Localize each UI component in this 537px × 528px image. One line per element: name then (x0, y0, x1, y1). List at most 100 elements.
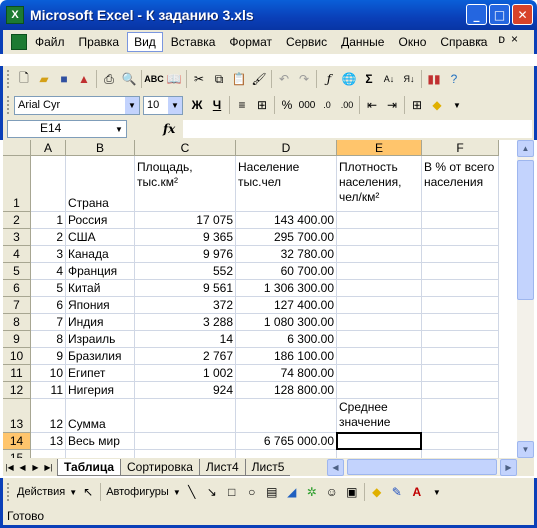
table-cell[interactable]: 924 (135, 382, 236, 399)
table-cell[interactable]: 9 976 (135, 246, 236, 263)
font-color-icon[interactable]: A (407, 482, 427, 502)
wordart-icon[interactable]: ◢ (282, 482, 302, 502)
column-header[interactable]: B (66, 140, 135, 156)
previous-sheet-icon[interactable]: ◀ (16, 463, 29, 472)
horizontal-scroll-thumb[interactable] (347, 459, 497, 475)
sheet-tab-0[interactable]: Таблица (57, 458, 121, 476)
table-cell[interactable]: 2 767 (135, 348, 236, 365)
chevron-down-icon[interactable]: ▼ (112, 121, 126, 137)
table-cell[interactable]: 5 (31, 280, 66, 297)
table-cell[interactable]: Франция (66, 263, 135, 280)
row-header[interactable]: 2 (3, 212, 31, 229)
table-cell[interactable]: 128 800.00 (236, 382, 337, 399)
row-header[interactable]: 10 (3, 348, 31, 365)
chart-wizard-icon[interactable]: ▮▮ (424, 69, 444, 89)
scroll-up-icon[interactable]: ▲ (517, 140, 534, 157)
sheet-tab-2[interactable]: Лист4 (198, 458, 245, 476)
horizontal-scrollbar[interactable]: ◀ ▶ (327, 459, 517, 476)
actions-menu[interactable]: Действия (14, 486, 68, 498)
percent-style-button[interactable]: % (277, 95, 297, 115)
table-cell[interactable] (337, 450, 422, 458)
hyperlink-icon[interactable]: 🌐 (339, 69, 359, 89)
diagram-icon[interactable]: ✲ (302, 482, 322, 502)
first-sheet-icon[interactable]: |◀ (3, 463, 16, 472)
sort-descending-icon[interactable]: Я↓ (399, 69, 419, 89)
borders-icon[interactable]: ⊞ (407, 95, 427, 115)
table-cell[interactable]: 1 080 300.00 (236, 314, 337, 331)
table-cell[interactable]: 14 (135, 331, 236, 348)
column-header[interactable]: A (31, 140, 66, 156)
vertical-scrollbar[interactable]: ▲ ▼ (517, 140, 534, 458)
table-cell[interactable]: 295 700.00 (236, 229, 337, 246)
cut-icon[interactable]: ✂ (189, 69, 209, 89)
text-box-icon[interactable]: ▤ (262, 482, 282, 502)
redo-icon[interactable]: ↷ (294, 69, 314, 89)
table-cell[interactable]: 74 800.00 (236, 365, 337, 382)
scroll-down-icon[interactable]: ▼ (517, 441, 534, 458)
table-cell[interactable] (337, 365, 422, 382)
column-header[interactable]: E (337, 140, 422, 156)
table-cell[interactable]: 17 075 (135, 212, 236, 229)
table-cell[interactable] (135, 450, 236, 458)
table-cell[interactable]: 8 (31, 331, 66, 348)
row-header[interactable]: 5 (3, 263, 31, 280)
table-cell[interactable] (337, 246, 422, 263)
table-cell[interactable]: США (66, 229, 135, 246)
merge-center-icon[interactable]: ⊞ (252, 95, 272, 115)
table-cell[interactable]: 9 365 (135, 229, 236, 246)
fill-color-icon[interactable]: ◆ (367, 482, 387, 502)
table-cell[interactable]: Египет (66, 365, 135, 382)
column-header[interactable]: D (236, 140, 337, 156)
table-cell[interactable]: 6 (31, 297, 66, 314)
menu-item-0[interactable]: Файл (29, 33, 71, 51)
table-cell[interactable]: Индия (66, 314, 135, 331)
line-color-icon[interactable]: ✎ (387, 482, 407, 502)
table-cell[interactable] (236, 399, 337, 433)
autosum-icon[interactable]: Σ (359, 69, 379, 89)
autoshapes-menu[interactable]: Автофигуры (103, 486, 172, 498)
decrease-decimal-icon[interactable]: .00 (337, 95, 357, 115)
table-cell[interactable] (337, 297, 422, 314)
select-objects-icon[interactable]: ↖ (78, 482, 98, 502)
menu-item-6[interactable]: Данные (335, 33, 390, 51)
table-cell[interactable] (422, 246, 499, 263)
table-cell[interactable]: 186 100.00 (236, 348, 337, 365)
font-size-select[interactable]: 10 ▼ (143, 95, 183, 115)
open-folder-icon[interactable]: ▰ (34, 69, 54, 89)
table-cell[interactable] (31, 450, 66, 458)
scroll-right-icon[interactable]: ▶ (500, 459, 517, 476)
table-cell[interactable] (422, 399, 499, 433)
table-cell[interactable]: 11 (31, 382, 66, 399)
chevron-down-icon[interactable]: ▼ (427, 482, 447, 502)
help-icon[interactable]: ? (444, 69, 464, 89)
table-cell[interactable] (422, 365, 499, 382)
sheet-tab-1[interactable]: Сортировка (120, 458, 199, 476)
table-cell[interactable]: Россия (66, 212, 135, 229)
table-cell[interactable]: Израиль (66, 331, 135, 348)
table-cell[interactable] (422, 382, 499, 399)
toolbar-grip[interactable] (7, 483, 10, 501)
table-cell[interactable]: 9 561 (135, 280, 236, 297)
maximize-button[interactable]: □ (489, 4, 510, 25)
table-cell[interactable]: 3 (31, 246, 66, 263)
insert-picture-icon[interactable]: ▣ (342, 482, 362, 502)
undo-icon[interactable]: ↶ (274, 69, 294, 89)
row-header[interactable]: 4 (3, 246, 31, 263)
column-header[interactable]: C (135, 140, 236, 156)
table-cell[interactable] (422, 212, 499, 229)
row-header[interactable]: 3 (3, 229, 31, 246)
menu-item-5[interactable]: Сервис (280, 33, 333, 51)
row-header[interactable]: 1 (3, 156, 31, 212)
arrow-icon[interactable]: ↘ (202, 482, 222, 502)
row-header[interactable]: 7 (3, 297, 31, 314)
worksheet-grid[interactable]: A B C D E F 1 Страна Площадь, тыс.км² Население т… (3, 140, 517, 458)
font-name-select[interactable]: Arial Cyr ▼ (14, 95, 140, 115)
chevron-down-icon[interactable]: ▼ (68, 482, 78, 502)
increase-decimal-icon[interactable]: .0 (317, 95, 337, 115)
menu-item-7[interactable]: Окно (392, 33, 432, 51)
table-cell[interactable]: 372 (135, 297, 236, 314)
menu-item-4[interactable]: Формат (223, 33, 278, 51)
table-cell[interactable] (337, 382, 422, 399)
menu-item-1[interactable]: Правка (73, 33, 126, 51)
clip-art-icon[interactable]: ☺ (322, 482, 342, 502)
